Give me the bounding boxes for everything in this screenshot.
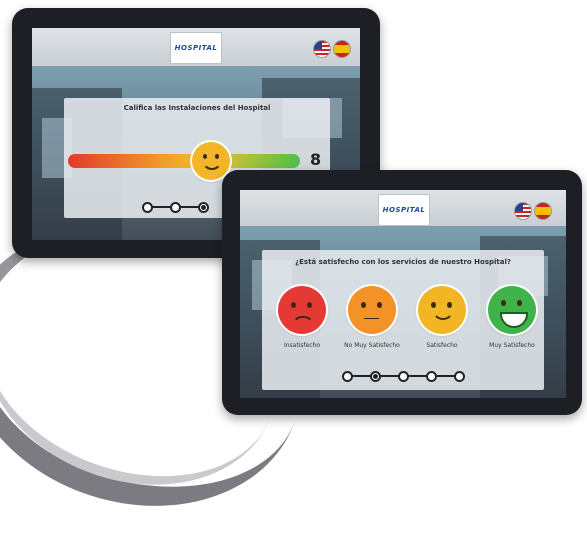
rating-slider[interactable]	[68, 154, 300, 168]
option-label: Insatisfecho	[283, 342, 321, 349]
slider-smile-handle[interactable]	[192, 142, 230, 180]
progress-dot[interactable]	[398, 371, 409, 382]
option-satisfecho-face[interactable]	[418, 286, 466, 334]
es-flag-icon[interactable]	[333, 40, 351, 58]
option-muy-satisfecho-face[interactable]	[488, 286, 536, 334]
option-label: Muy Satisfecho	[489, 342, 535, 349]
progress-dot[interactable]	[342, 371, 353, 382]
progress-dot-active[interactable]	[370, 371, 381, 382]
tablet-front-screen: HOSPITAL ¿Está satisfecho con los servic…	[240, 190, 566, 398]
es-flag-icon[interactable]	[534, 202, 552, 220]
question-title: ¿Está satisfecho con los servicios de nu…	[295, 258, 511, 266]
top-bar: HOSPITAL	[32, 28, 360, 66]
progress-dot-active[interactable]	[198, 202, 209, 213]
satisfaction-panel: ¿Está satisfecho con los servicios de nu…	[262, 250, 544, 390]
option-label: Satisfecho	[426, 342, 458, 349]
us-flag-icon[interactable]	[514, 202, 532, 220]
rating-score: 8	[310, 150, 322, 169]
tablet-front: HOSPITAL ¿Está satisfecho con los servic…	[222, 170, 582, 415]
progress-dot[interactable]	[426, 371, 437, 382]
progress-dot[interactable]	[142, 202, 153, 213]
progress-dot[interactable]	[170, 202, 181, 213]
progress-dot[interactable]	[454, 371, 465, 382]
top-bar: HOSPITAL	[240, 190, 566, 226]
option-label: No Muy Satisfecho	[344, 342, 400, 349]
us-flag-icon[interactable]	[313, 40, 331, 58]
hospital-logo: HOSPITAL	[170, 32, 222, 64]
option-no-muy-satisfecho-face[interactable]	[348, 286, 396, 334]
hospital-logo: HOSPITAL	[378, 194, 430, 226]
question-title: Califica las Instalaciones del Hospital	[123, 104, 271, 112]
option-insatisfecho-face[interactable]	[278, 286, 326, 334]
